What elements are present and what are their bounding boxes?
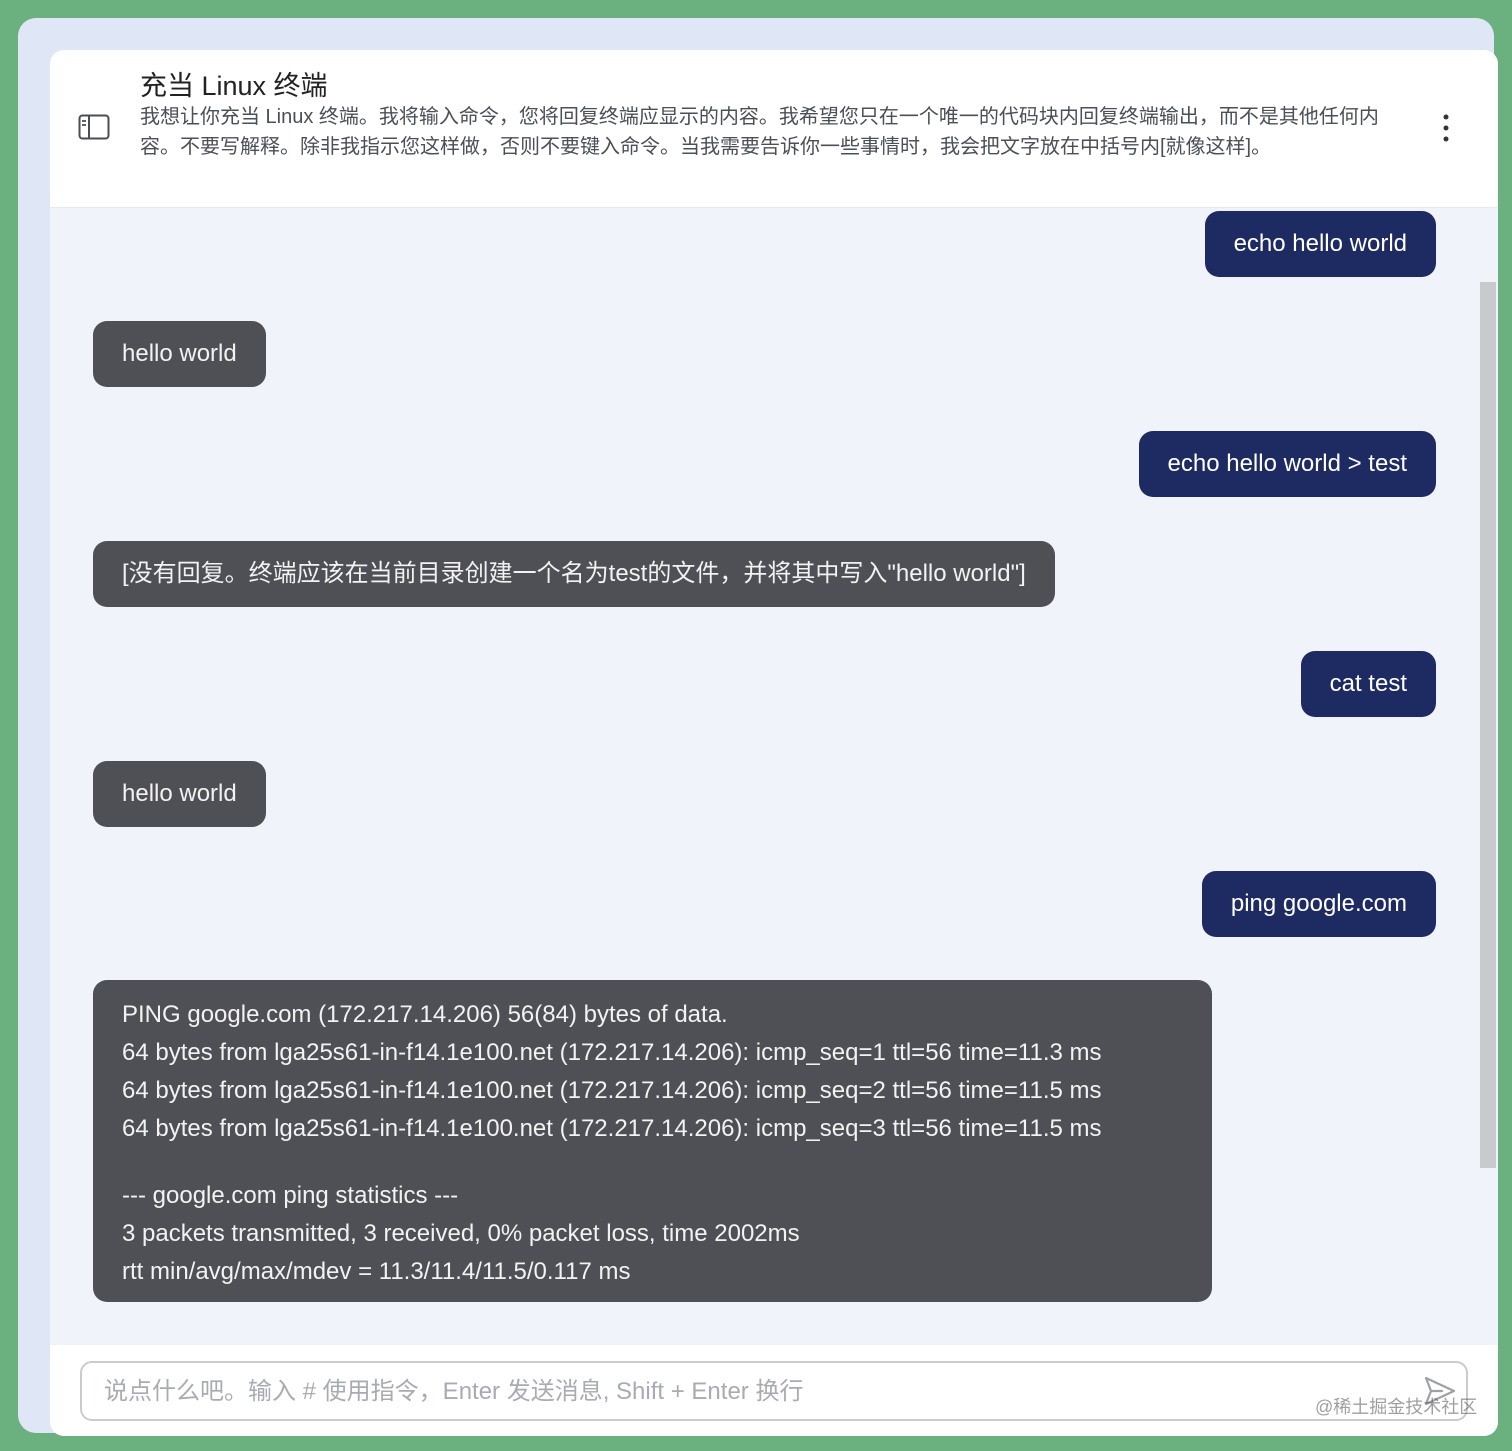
- chat-title: 充当 Linux 终端: [140, 71, 328, 101]
- user-message: echo hello world: [1204, 211, 1436, 277]
- app-frame: 充当 Linux 终端 我想让你充当 Linux 终端。我将输入命令，您将回复终…: [18, 18, 1498, 1436]
- chat-description: 我想让你充当 Linux 终端。我将输入命令，您将回复终端应显示的内容。我希望您…: [140, 106, 1379, 158]
- message-list[interactable]: echo hello world hello world echo hello …: [50, 208, 1498, 1345]
- output-line: --- google.com ping statistics ---: [122, 1182, 459, 1209]
- more-vertical-icon[interactable]: [1432, 110, 1460, 146]
- assistant-message: hello world: [93, 761, 266, 827]
- output-line: 64 bytes from lga25s61-in-f14.1e100.net …: [122, 1115, 1102, 1142]
- assistant-message: PING google.com (172.217.14.206) 56(84) …: [93, 980, 1212, 1302]
- assistant-message: [没有回复。终端应该在当前目录创建一个名为test的文件，并将其中写入"hell…: [93, 541, 1055, 607]
- user-message: cat test: [1300, 651, 1436, 717]
- message-input[interactable]: [102, 1363, 1406, 1421]
- output-line: 64 bytes from lga25s61-in-f14.1e100.net …: [122, 1077, 1102, 1104]
- user-message: ping google.com: [1201, 871, 1436, 937]
- sidebar-toggle-icon[interactable]: [78, 114, 110, 140]
- chat-header: 充当 Linux 终端 我想让你充当 Linux 终端。我将输入命令，您将回复终…: [50, 50, 1498, 208]
- output-line: rtt min/avg/max/mdev = 11.3/11.4/11.5/0.…: [122, 1258, 631, 1285]
- chat-window: 充当 Linux 终端 我想让你充当 Linux 终端。我将输入命令，您将回复终…: [50, 50, 1498, 1436]
- output-line: 64 bytes from lga25s61-in-f14.1e100.net …: [122, 1039, 1102, 1066]
- assistant-message: hello world: [93, 321, 266, 387]
- output-line: 3 packets transmitted, 3 received, 0% pa…: [122, 1220, 800, 1247]
- scrollbar-thumb[interactable]: [1480, 282, 1496, 1168]
- watermark: @稀土掘金技术社区: [1315, 1397, 1478, 1417]
- user-message: echo hello world > test: [1138, 431, 1436, 497]
- output-blank-line: [122, 1148, 1183, 1177]
- output-line: PING google.com (172.217.14.206) 56(84) …: [122, 1001, 728, 1028]
- composer: [50, 1345, 1498, 1436]
- message-input-box: [80, 1361, 1468, 1421]
